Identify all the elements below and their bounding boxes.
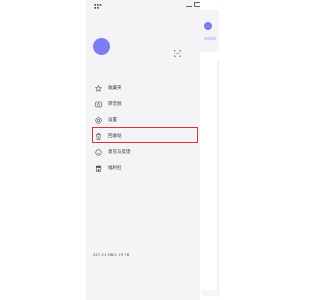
menu-item-to-audio[interactable]: 转音频 bbox=[86, 96, 200, 112]
menu-item-welfare[interactable]: 福利社 bbox=[86, 160, 200, 176]
menu-item-label: 设置 bbox=[108, 118, 117, 123]
menu-item-favorites[interactable]: 收藏夹 bbox=[86, 80, 200, 96]
gift-shop-icon bbox=[95, 165, 102, 172]
main-content-peek[interactable] bbox=[200, 0, 219, 300]
notification-icons: ▪▪▪ ▪▪ bbox=[94, 2, 102, 10]
settings-gear-icon bbox=[95, 116, 102, 124]
screenshot-canvas: ▪▪▪▪▪ 13:51 收藏夹 bbox=[0, 0, 300, 300]
menu-item-label: 福利社 bbox=[108, 166, 122, 171]
menu-item-label: 转音频 bbox=[108, 102, 122, 107]
menu-item-feedback[interactable]: 意见与反馈 bbox=[86, 144, 200, 160]
menu-item-label: 意见与反馈 bbox=[108, 150, 131, 155]
main-tab-indicator-peek bbox=[204, 37, 216, 40]
star-icon bbox=[95, 84, 102, 92]
menu-item-settings[interactable]: 设置 bbox=[86, 112, 200, 128]
main-avatar-peek bbox=[204, 22, 212, 30]
scan-icon[interactable] bbox=[174, 42, 181, 57]
main-header-peek bbox=[200, 10, 219, 52]
phone-screen: ▪▪▪▪▪ 13:51 收藏夹 bbox=[86, 0, 219, 300]
side-drawer: ▪▪▪▪▪ 13:51 收藏夹 bbox=[86, 0, 216, 300]
signal-icon bbox=[186, 2, 193, 7]
feedback-smiley-icon bbox=[95, 148, 102, 156]
selection-highlight-box bbox=[92, 127, 198, 143]
audio-convert-icon bbox=[95, 101, 102, 108]
storage-usage: 427.21 MB/1.79 TB bbox=[93, 252, 130, 257]
avatar[interactable] bbox=[93, 38, 110, 55]
scroll-track bbox=[217, 60, 219, 292]
menu-item-label: 收藏夹 bbox=[108, 86, 122, 91]
watermark bbox=[202, 290, 220, 296]
